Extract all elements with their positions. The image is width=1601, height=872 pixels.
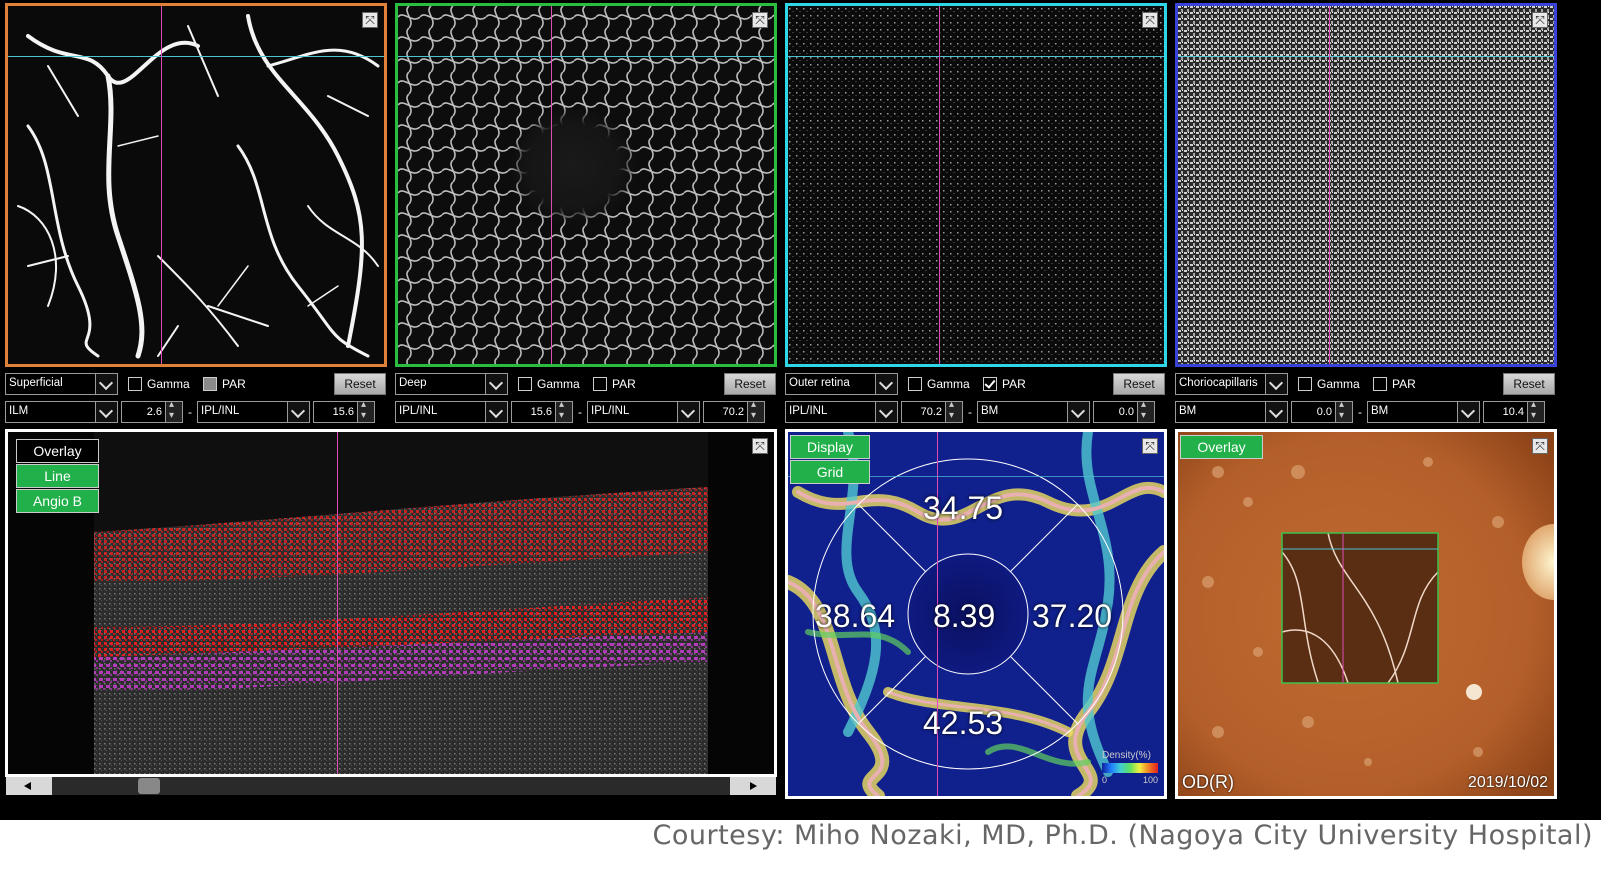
scroll-left-arrow-icon[interactable]: [6, 777, 52, 795]
layer-select[interactable]: Outer retina: [785, 373, 898, 395]
expand-icon[interactable]: ⤧: [752, 12, 768, 28]
par-checkbox[interactable]: [593, 377, 607, 391]
bscan-scrollbar[interactable]: [6, 777, 776, 795]
layer-select[interactable]: Superficial: [5, 373, 118, 395]
deep-angio-panel[interactable]: ⤧: [395, 3, 777, 367]
vertical-cursor-line[interactable]: [161, 6, 162, 364]
vertical-cursor-line[interactable]: [551, 6, 552, 364]
par-label: PAR: [1002, 377, 1026, 391]
density-legend-max: 100: [1142, 775, 1158, 785]
gamma-checkbox[interactable]: [1298, 377, 1312, 391]
expand-icon[interactable]: ⤧: [1532, 438, 1548, 454]
exam-date: 2019/10/02: [1467, 774, 1548, 791]
top-boundary-select[interactable]: BM: [1175, 401, 1288, 423]
gamma-label: Gamma: [537, 377, 580, 391]
density-temporal-value: 37.20: [1032, 598, 1113, 634]
reset-button[interactable]: Reset: [1503, 373, 1555, 395]
choriocapillaris-angio-panel[interactable]: ⤧: [1175, 3, 1557, 367]
range-dash: -: [188, 405, 192, 419]
superficial-angio-image: [8, 6, 384, 364]
top-offset-spinner[interactable]: 15.6: [511, 399, 573, 423]
horizontal-cursor-line[interactable]: [398, 56, 774, 57]
display-button[interactable]: Display: [790, 435, 870, 459]
par-label: PAR: [1392, 377, 1416, 391]
scroll-right-arrow-icon[interactable]: [730, 777, 776, 795]
layer-select[interactable]: Deep: [395, 373, 508, 395]
horizontal-cursor-line[interactable]: [788, 56, 1164, 57]
top-boundary-select[interactable]: ILM: [5, 401, 118, 423]
range-dash: -: [578, 405, 582, 419]
layer-select[interactable]: Choriocapillaris: [1175, 373, 1288, 395]
expand-icon[interactable]: ⤧: [1142, 438, 1158, 454]
top-offset-spinner[interactable]: 70.2: [901, 399, 963, 423]
outer-retina-angio-image: [788, 6, 1164, 364]
gamma-checkbox[interactable]: [128, 377, 142, 391]
gamma-checkbox[interactable]: [518, 377, 532, 391]
density-legend-min: 0: [1102, 775, 1108, 785]
fundus-panel[interactable]: Overlay OD(R) 2019/10/02 ⤧: [1175, 429, 1557, 799]
deep-angio-image: [398, 6, 774, 364]
bottom-boundary-select[interactable]: BM: [977, 401, 1090, 423]
par-checkbox[interactable]: [203, 377, 217, 391]
bottom-offset-spinner[interactable]: 10.4: [1483, 399, 1545, 423]
bottom-offset-spinner[interactable]: 0.0: [1093, 399, 1155, 423]
par-label: PAR: [612, 377, 636, 391]
horizontal-cursor-line[interactable]: [1178, 56, 1554, 57]
choriocapillaris-angio-image: [1178, 6, 1554, 364]
line-button[interactable]: Line: [16, 464, 99, 488]
bscan-position-line[interactable]: [337, 432, 338, 774]
bottom-offset-spinner[interactable]: 15.6: [313, 399, 375, 423]
reset-button[interactable]: Reset: [334, 373, 386, 395]
par-checkbox[interactable]: [983, 377, 997, 391]
density-inferior-value: 42.53: [923, 705, 1004, 741]
expand-icon[interactable]: ⤧: [1532, 12, 1548, 28]
bscan-image: [8, 432, 774, 774]
bottom-boundary-select[interactable]: IPL/INL: [197, 401, 310, 423]
density-nasal-value: 38.64: [815, 598, 896, 634]
fundus-image: [1178, 432, 1554, 796]
eye-label: OD(R): [1182, 772, 1234, 792]
fundus-overlay-button[interactable]: Overlay: [1180, 435, 1263, 459]
overlay-button[interactable]: Overlay: [16, 439, 99, 463]
vertical-cursor-line[interactable]: [939, 6, 940, 364]
density-center-value: 8.39: [933, 598, 996, 634]
top-boundary-select[interactable]: IPL/INL: [395, 401, 508, 423]
gamma-checkbox[interactable]: [908, 377, 922, 391]
bottom-boundary-select[interactable]: IPL/INL: [587, 401, 700, 423]
expand-icon[interactable]: ⤧: [1142, 12, 1158, 28]
bottom-boundary-select[interactable]: BM: [1367, 401, 1480, 423]
density-legend-colorbar: [1102, 763, 1158, 773]
range-dash: -: [968, 405, 972, 419]
top-offset-spinner[interactable]: 2.6: [121, 399, 183, 423]
density-map-panel[interactable]: 34.75 38.64 8.39 37.20 42.53 Display Gri…: [785, 429, 1167, 799]
density-legend: Density(%) 0 100: [1102, 750, 1158, 790]
horizontal-cursor-line[interactable]: [8, 56, 384, 57]
density-superior-value: 34.75: [923, 490, 1004, 526]
top-offset-spinner[interactable]: 0.0: [1291, 399, 1353, 423]
expand-icon[interactable]: ⤧: [752, 438, 768, 454]
reset-button[interactable]: Reset: [1113, 373, 1165, 395]
reset-button[interactable]: Reset: [724, 373, 776, 395]
bottom-offset-spinner[interactable]: 70.2: [703, 399, 765, 423]
top-boundary-select[interactable]: IPL/INL: [785, 401, 898, 423]
expand-icon[interactable]: ⤧: [362, 12, 378, 28]
gamma-label: Gamma: [147, 377, 190, 391]
density-legend-title: Density(%): [1102, 750, 1151, 761]
gamma-label: Gamma: [1317, 377, 1360, 391]
angio-b-button[interactable]: Angio B: [16, 489, 99, 513]
grid-button[interactable]: Grid: [790, 460, 870, 484]
outer-retina-angio-panel[interactable]: ⤧: [785, 3, 1167, 367]
gamma-label: Gamma: [927, 377, 970, 391]
range-dash: -: [1358, 405, 1362, 419]
app-window: ⤧ ⤧ ⤧ ⤧ Superficial Gamma PAR Reset ILM …: [0, 0, 1601, 820]
scroll-thumb[interactable]: [138, 778, 160, 794]
par-checkbox[interactable]: [1373, 377, 1387, 391]
vertical-cursor-line[interactable]: [1329, 6, 1330, 364]
par-label: PAR: [222, 377, 246, 391]
bscan-panel[interactable]: Overlay Line Angio B ⤧: [5, 429, 777, 777]
courtesy-caption: Courtesy: Miho Nozaki, MD, Ph.D. (Nagoya…: [652, 820, 1593, 851]
superficial-angio-panel[interactable]: ⤧: [5, 3, 387, 367]
